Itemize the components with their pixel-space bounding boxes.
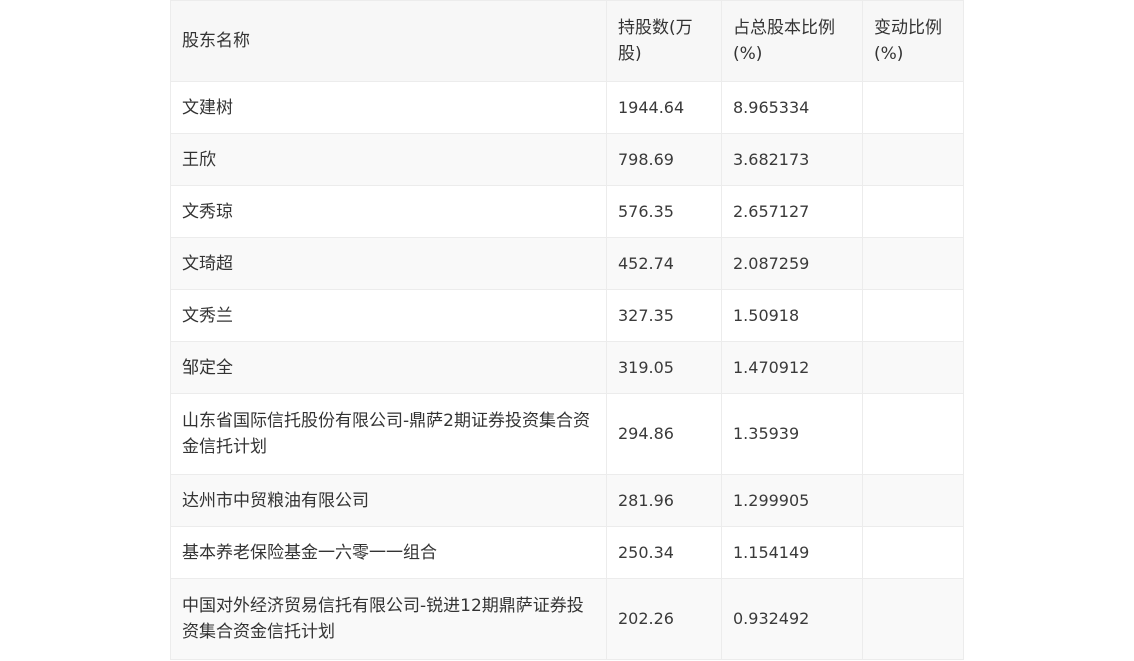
table-row: 邹定全 319.05 1.470912: [170, 341, 964, 394]
cell-share-ratio: 1.50918: [721, 289, 863, 342]
cell-shares-held: 327.35: [606, 289, 722, 342]
cell-shareholder-name: 文建树: [170, 81, 607, 134]
cell-share-ratio: 1.470912: [721, 341, 863, 394]
cell-change-ratio: [862, 237, 964, 290]
table-row: 文建树 1944.64 8.965334: [170, 81, 964, 134]
cell-shareholder-name: 山东省国际信托股份有限公司-鼎萨2期证券投资集合资金信托计划: [170, 393, 607, 475]
cell-shareholder-name: 中国对外经济贸易信托有限公司-锐进12期鼎萨证券投资集合资金信托计划: [170, 578, 607, 660]
cell-shares-held: 452.74: [606, 237, 722, 290]
cell-shares-held: 319.05: [606, 341, 722, 394]
cell-shares-held: 798.69: [606, 133, 722, 186]
table-body: 文建树 1944.64 8.965334 王欣 798.69 3.682173 …: [170, 81, 964, 660]
cell-shares-held: 281.96: [606, 474, 722, 527]
cell-shareholder-name: 基本养老保险基金一六零一一组合: [170, 526, 607, 579]
cell-change-ratio: [862, 81, 964, 134]
cell-share-ratio: 2.087259: [721, 237, 863, 290]
shareholder-table: 股东名称 持股数(万股) 占总股本比例(%) 变动比例(%) 文建树 1944.…: [170, 0, 964, 660]
table-row: 王欣 798.69 3.682173: [170, 133, 964, 186]
table-header: 股东名称 持股数(万股) 占总股本比例(%) 变动比例(%): [170, 0, 964, 82]
cell-change-ratio: [862, 474, 964, 527]
header-shareholder-name: 股东名称: [170, 0, 607, 82]
cell-shares-held: 250.34: [606, 526, 722, 579]
shareholder-table-container: 股东名称 持股数(万股) 占总股本比例(%) 变动比例(%) 文建树 1944.…: [170, 0, 964, 660]
cell-shareholder-name: 文秀兰: [170, 289, 607, 342]
cell-share-ratio: 3.682173: [721, 133, 863, 186]
table-row: 达州市中贸粮油有限公司 281.96 1.299905: [170, 474, 964, 527]
header-row: 股东名称 持股数(万股) 占总股本比例(%) 变动比例(%): [170, 0, 964, 82]
cell-shares-held: 576.35: [606, 185, 722, 238]
table-row: 中国对外经济贸易信托有限公司-锐进12期鼎萨证券投资集合资金信托计划 202.2…: [170, 578, 964, 660]
table-row: 基本养老保险基金一六零一一组合 250.34 1.154149: [170, 526, 964, 579]
cell-share-ratio: 0.932492: [721, 578, 863, 660]
cell-share-ratio: 2.657127: [721, 185, 863, 238]
cell-share-ratio: 1.35939: [721, 393, 863, 475]
cell-shareholder-name: 王欣: [170, 133, 607, 186]
cell-share-ratio: 1.154149: [721, 526, 863, 579]
cell-share-ratio: 8.965334: [721, 81, 863, 134]
table-row: 山东省国际信托股份有限公司-鼎萨2期证券投资集合资金信托计划 294.86 1.…: [170, 393, 964, 475]
cell-change-ratio: [862, 393, 964, 475]
cell-change-ratio: [862, 289, 964, 342]
cell-shareholder-name: 文琦超: [170, 237, 607, 290]
table-row: 文琦超 452.74 2.087259: [170, 237, 964, 290]
cell-change-ratio: [862, 185, 964, 238]
cell-shares-held: 1944.64: [606, 81, 722, 134]
cell-change-ratio: [862, 133, 964, 186]
cell-shareholder-name: 文秀琼: [170, 185, 607, 238]
cell-change-ratio: [862, 578, 964, 660]
cell-shares-held: 202.26: [606, 578, 722, 660]
cell-shareholder-name: 达州市中贸粮油有限公司: [170, 474, 607, 527]
cell-change-ratio: [862, 341, 964, 394]
header-change-ratio: 变动比例(%): [862, 0, 964, 82]
cell-shares-held: 294.86: [606, 393, 722, 475]
table-row: 文秀兰 327.35 1.50918: [170, 289, 964, 342]
table-row: 文秀琼 576.35 2.657127: [170, 185, 964, 238]
cell-shareholder-name: 邹定全: [170, 341, 607, 394]
cell-share-ratio: 1.299905: [721, 474, 863, 527]
cell-change-ratio: [862, 526, 964, 579]
header-shares-held: 持股数(万股): [606, 0, 722, 82]
header-share-ratio: 占总股本比例(%): [721, 0, 863, 82]
